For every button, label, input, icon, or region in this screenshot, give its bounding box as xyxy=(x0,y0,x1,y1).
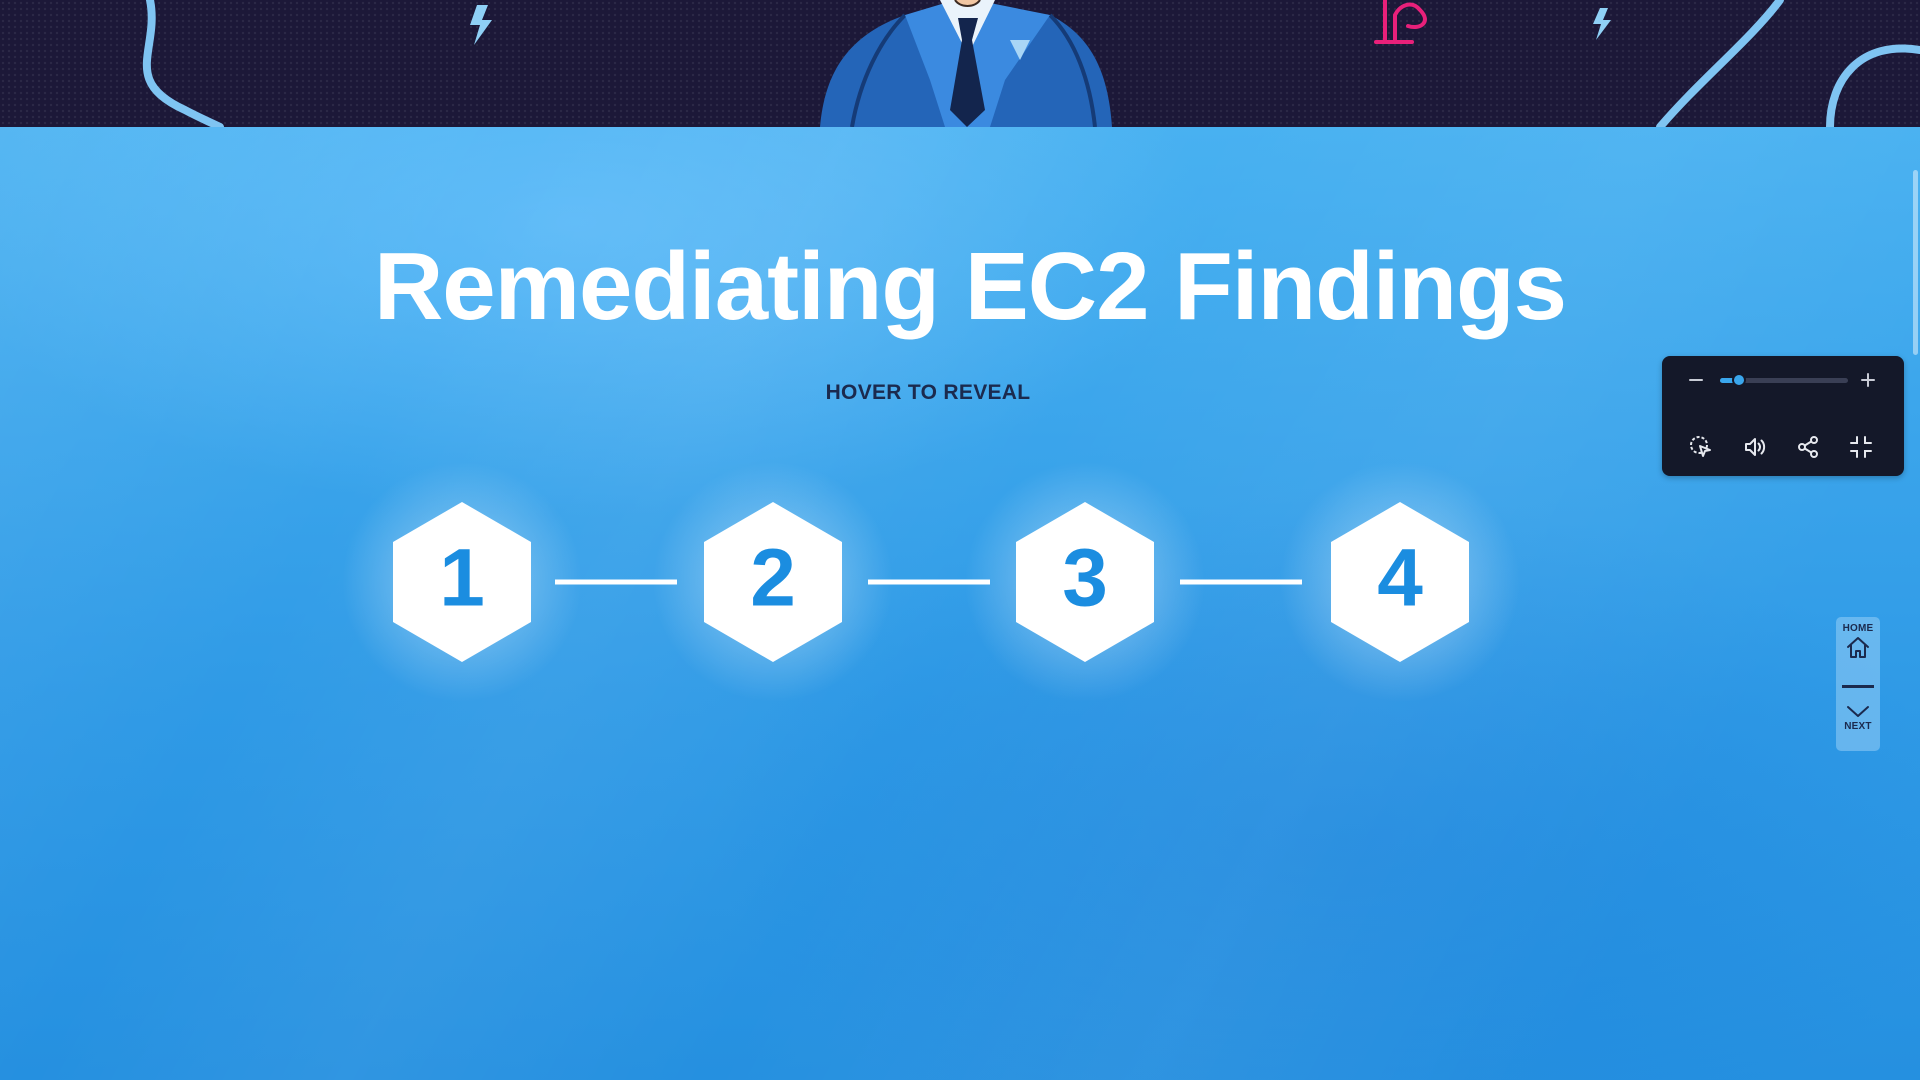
header-illustration xyxy=(0,0,1920,127)
exit-fullscreen-button[interactable] xyxy=(1846,432,1876,462)
page-title: Remediating EC2 Findings xyxy=(373,233,1567,340)
zoom-in-button[interactable] xyxy=(1856,368,1880,392)
home-button[interactable]: HOME xyxy=(1836,623,1880,660)
chevron-down-icon xyxy=(1847,706,1869,717)
zoom-slider-thumb[interactable] xyxy=(1732,373,1747,387)
home-icon xyxy=(1847,637,1869,658)
decor-swirl-right xyxy=(1656,0,1784,127)
media-control-panel xyxy=(1662,356,1904,476)
home-label: HOME xyxy=(1842,623,1874,634)
pink-figure-icon xyxy=(1374,0,1427,44)
volume-icon xyxy=(1745,438,1766,456)
step-1-number: 1 xyxy=(439,533,485,624)
steps-diagram: 1 2 3 4 xyxy=(342,462,1520,702)
hover-hint-label: HOVER TO REVEAL xyxy=(825,381,1031,404)
share-icon xyxy=(1798,436,1818,458)
next-label: NEXT xyxy=(1844,721,1872,732)
lightning-icon xyxy=(470,5,492,45)
decor-swirl-right-2 xyxy=(1826,44,1920,127)
decor-swirl-left xyxy=(142,0,224,127)
next-button[interactable]: NEXT xyxy=(1836,703,1880,732)
character-illustration xyxy=(820,0,1112,127)
zoom-out-icon xyxy=(1689,379,1703,381)
cursor-icon xyxy=(1690,436,1711,457)
lightning-icon xyxy=(1593,8,1611,40)
share-button[interactable] xyxy=(1793,432,1823,462)
cursor-highlight-button[interactable] xyxy=(1686,432,1716,462)
zoom-in-icon xyxy=(1861,373,1875,387)
step-3-number: 3 xyxy=(1062,533,1108,624)
zoom-out-button[interactable] xyxy=(1684,368,1708,392)
step-2-number: 2 xyxy=(750,533,796,624)
zoom-slider[interactable] xyxy=(1720,373,1848,387)
nav-divider xyxy=(1842,685,1874,688)
step-4-number: 4 xyxy=(1377,533,1423,624)
exit-fullscreen-icon xyxy=(1850,436,1872,458)
page-scrollbar[interactable] xyxy=(1913,170,1918,355)
volume-button[interactable] xyxy=(1740,432,1770,462)
side-navigation: HOME NEXT xyxy=(1836,617,1880,751)
